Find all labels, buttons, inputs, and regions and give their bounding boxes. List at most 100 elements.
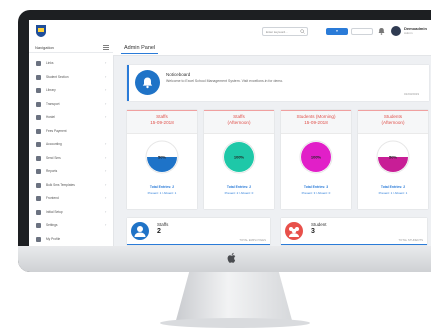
stat-label: Student xyxy=(311,222,327,227)
sidebar-item-label: My Profile xyxy=(46,236,61,241)
card-date: (Afternoon) xyxy=(381,120,405,125)
user-avatar[interactable] xyxy=(391,26,401,36)
links-icon xyxy=(36,61,41,66)
card-title: Staffs xyxy=(233,114,245,119)
screen: Enter keyword... ▼ Demoadmin Admin Navig… xyxy=(29,20,431,246)
sidebar-item-label: Fees Payment xyxy=(46,128,67,133)
search-icon[interactable] xyxy=(300,29,305,34)
sidebar-item-label: Links xyxy=(46,61,54,65)
top-bar: Enter keyword... ▼ Demoadmin Admin xyxy=(29,20,431,43)
present-absent: Present: 2 / Absent: 0 xyxy=(224,191,254,195)
chevron-icon: › xyxy=(105,154,107,160)
sidebar-item-label: Accounting xyxy=(46,142,62,146)
stat-students: Student 3 TOTAL STUDENTS xyxy=(281,218,427,245)
sidebar-item-label: Send Sms xyxy=(46,155,61,160)
sidebar-item-label: Frontend xyxy=(46,196,59,200)
apple-logo-icon xyxy=(227,252,236,263)
card-header: Students (Morning) 15-09-2018 xyxy=(281,111,351,134)
notification-icon[interactable] xyxy=(378,27,385,35)
attendance-gauge: 100% xyxy=(222,140,256,174)
sidebar-title: Navigation xyxy=(35,45,54,50)
stat-label: Staffs xyxy=(157,222,169,227)
total-entries: Total Entries: 2 xyxy=(149,185,175,189)
sidebar-item-label: Hostel xyxy=(46,115,56,119)
sidebar-item-fees-payment[interactable]: Fees Payment xyxy=(29,125,113,138)
sidebar-header: Navigation xyxy=(29,42,113,53)
stat-value: 3 xyxy=(311,228,315,235)
reports-icon xyxy=(36,169,41,174)
stat-staffs: Staffs 2 TOTAL EMPLOYEES xyxy=(127,218,270,245)
profile-icon xyxy=(36,236,41,242)
card-title: Students (Morning) xyxy=(296,114,336,119)
chevron-icon: › xyxy=(105,168,107,173)
monitor-chin xyxy=(18,246,431,272)
chevron-icon: › xyxy=(105,208,107,214)
card-title: Staffs xyxy=(156,114,168,119)
attendance-card-staffs-morning: Staffs 15-09-2018 50% Total Entries: 2 P… xyxy=(127,110,197,209)
attendance-card-staffs-afternoon: Staffs (Afternoon) 100% Total Entries: 2… xyxy=(204,110,274,209)
search-input[interactable]: Enter keyword... xyxy=(262,27,308,36)
sidebar-item-settings[interactable]: Settings › xyxy=(29,219,113,232)
sidebar-item-label: Library xyxy=(46,88,56,92)
menu-toggle-icon[interactable] xyxy=(103,45,109,50)
dropdown-button[interactable]: ▼ xyxy=(326,28,348,35)
transport-icon xyxy=(36,101,41,107)
tab-admin-panel[interactable]: Admin Panel xyxy=(121,44,159,54)
gauge-percent-label: 50% xyxy=(158,155,166,160)
stat-caption: TOTAL STUDENTS xyxy=(398,238,423,242)
noticeboard: Noticeboard Welcome to Excel School Mana… xyxy=(127,65,429,101)
total-entries: Total Entries: 3 xyxy=(303,185,329,189)
notice-text: Welcome to Excel School Management Syste… xyxy=(166,79,284,83)
notice-title: Noticeboard xyxy=(166,72,191,77)
stat-caption: TOTAL EMPLOYEES xyxy=(239,238,266,242)
card-date: 15-09-2018 xyxy=(304,120,328,125)
sidebar-item-bulk-sms-templates[interactable]: Bulk Sms Templates › xyxy=(29,179,113,192)
notice-date: 01/03/2019 xyxy=(403,92,419,96)
chevron-icon: › xyxy=(105,141,107,146)
sidebar-item-links[interactable]: Links › xyxy=(29,57,113,70)
chevron-icon: › xyxy=(105,87,107,92)
staff-icon xyxy=(131,222,149,240)
sidebar-item-library[interactable]: Library › xyxy=(29,84,113,97)
gauge-percent-label: 100% xyxy=(311,155,322,160)
present-absent: Present: 3 / Absent: 0 xyxy=(301,191,331,195)
frontend-icon xyxy=(36,196,41,201)
sidebar-item-my-profile[interactable]: My Profile xyxy=(29,233,113,246)
bell-icon xyxy=(142,77,153,89)
sidebar-item-transport[interactable]: Transport › xyxy=(29,98,113,111)
hostel-icon xyxy=(36,115,41,120)
user-role: Admin xyxy=(404,31,413,35)
chevron-icon: › xyxy=(105,100,107,106)
language-select[interactable] xyxy=(351,28,373,35)
total-entries: Total Entries: 2 xyxy=(226,185,252,189)
total-entries: Total Entries: 2 xyxy=(380,185,406,189)
accounting-icon xyxy=(36,142,41,147)
sidebar-item-accounting[interactable]: Accounting › xyxy=(29,138,113,151)
sidebar-item-hostel[interactable]: Hostel › xyxy=(29,111,113,124)
sidebar-item-send-sms[interactable]: Send Sms › xyxy=(29,152,113,165)
monitor-stand-base xyxy=(160,318,310,328)
card-header: Staffs 15-09-2018 xyxy=(127,111,197,134)
monitor-stand xyxy=(175,272,293,324)
card-date: (Afternoon) xyxy=(227,120,251,125)
gauge-percent-label: 100% xyxy=(234,155,245,160)
sidebar-item-reports[interactable]: Reports › xyxy=(29,165,113,178)
attendance-gauge: 100% xyxy=(299,140,333,174)
sidebar-item-label: Settings xyxy=(46,223,58,227)
attendance-gauge: 50% xyxy=(145,140,179,174)
card-date: 15-09-2018 xyxy=(150,120,174,125)
chevron-icon: › xyxy=(105,222,107,227)
present-absent: Present: 1 / Absent: 1 xyxy=(147,191,177,195)
sidebar-item-student-section[interactable]: Student Section › xyxy=(29,71,113,84)
sidebar-item-label: Transport xyxy=(46,101,60,106)
card-header: Staffs (Afternoon) xyxy=(204,111,274,134)
sidebar-item-frontend[interactable]: Frontend › xyxy=(29,192,113,205)
attendance-card-students-afternoon: Students (Afternoon) 50% Total Entries: … xyxy=(358,110,428,209)
sidebar: Navigation Links › Student Section › Libra… xyxy=(29,42,114,246)
chevron-icon: › xyxy=(105,60,107,65)
card-title: Students xyxy=(383,114,403,119)
sidebar-item-initial-setup[interactable]: Initial Setup › xyxy=(29,206,113,219)
attendance-card-students-morning: Students (Morning) 15-09-2018 100% Total… xyxy=(281,110,351,209)
card-header: Students (Afternoon) xyxy=(358,111,428,134)
chevron-icon: › xyxy=(105,114,107,119)
